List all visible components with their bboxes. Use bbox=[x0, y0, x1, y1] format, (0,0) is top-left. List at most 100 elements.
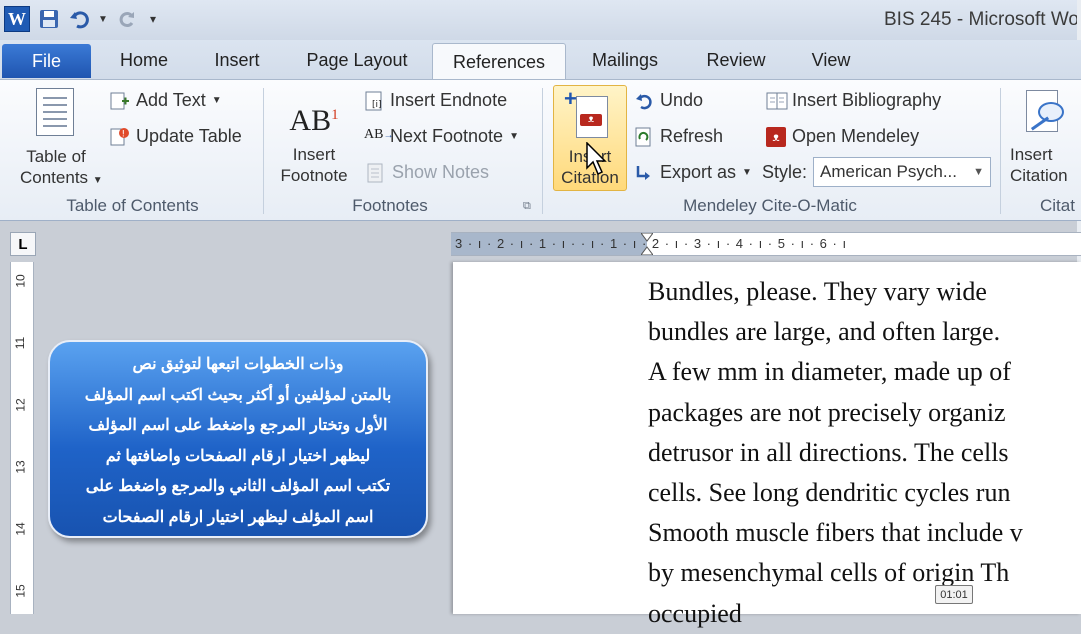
callout-line: تكتب اسم المؤلف الثاني والمرجع واضغط على bbox=[85, 478, 391, 495]
tab-home[interactable]: Home bbox=[108, 44, 180, 76]
insert-bibliography-button[interactable]: Insert Bibliography bbox=[766, 90, 941, 111]
insert-citation-icon: + ᴥ bbox=[564, 86, 610, 140]
endnote-icon: [i] bbox=[364, 91, 384, 111]
style-label: Style: bbox=[762, 162, 808, 182]
mouse-cursor-icon bbox=[586, 141, 608, 181]
text-line: by mesenchymal cells of origin Th bbox=[648, 558, 1010, 588]
insert-footnote-line2: Footnote bbox=[280, 166, 348, 185]
vruler-number: 12 bbox=[13, 398, 28, 412]
export-as-label: Export as bbox=[660, 162, 737, 182]
tab-selector[interactable]: L bbox=[10, 232, 36, 256]
indent-marker-icon[interactable] bbox=[640, 232, 654, 256]
text-line: A few mm in diameter, made up of bbox=[648, 357, 1011, 387]
insert-citation-word-line2: Citation bbox=[1010, 166, 1068, 185]
svg-text:[i]: [i] bbox=[372, 100, 382, 110]
bibliography-icon bbox=[766, 91, 788, 111]
tab-references[interactable]: References bbox=[432, 43, 566, 81]
group-separator bbox=[1000, 88, 1001, 214]
text-line: Smooth muscle fibers that include v bbox=[648, 518, 1023, 548]
insert-bibliography-label: Insert Bibliography bbox=[792, 90, 942, 110]
tab-page-layout[interactable]: Page Layout bbox=[296, 44, 418, 76]
tab-view[interactable]: View bbox=[800, 44, 862, 76]
mendeley-icon: ᴥ bbox=[766, 126, 786, 147]
update-table-label: Update Table bbox=[136, 126, 242, 146]
dialog-launcher-icon[interactable]: ⧉ bbox=[523, 200, 531, 213]
update-table-button[interactable]: ! Update Table bbox=[110, 126, 242, 147]
callout-line: الأول وتختار المرجع واضغط على اسم المؤلف bbox=[88, 417, 388, 434]
group-separator bbox=[263, 88, 264, 214]
tab-mailings[interactable]: Mailings bbox=[580, 44, 670, 76]
video-timestamp: 01:01 bbox=[935, 585, 973, 604]
insert-citation-word-icon bbox=[1026, 88, 1064, 138]
callout-line: وذات الخطوات اتبعها لتوثيق نص bbox=[132, 356, 344, 373]
vertical-ruler[interactable]: 10 11 12 13 14 15 bbox=[10, 262, 34, 614]
refresh-icon bbox=[634, 127, 654, 147]
callout-line: بالمتن لمؤلفين أو أكثر بحيث اكتب اسم الم… bbox=[84, 386, 392, 404]
add-text-label: Add Text bbox=[136, 90, 206, 110]
insert-footnote-line1: Insert bbox=[292, 145, 336, 164]
insert-citation-word-button[interactable]: Insert Citation bbox=[1010, 88, 1081, 190]
export-icon bbox=[634, 163, 654, 183]
callout-line: ليظهر اختيار ارقام الصفحات واضافتها ثم bbox=[105, 447, 371, 465]
undo-label: Undo bbox=[660, 90, 704, 110]
update-table-icon: ! bbox=[110, 127, 130, 147]
show-notes-icon bbox=[366, 163, 386, 183]
table-of-contents-icon bbox=[36, 88, 74, 136]
chevron-down-icon: ▼ bbox=[973, 166, 984, 178]
table-of-contents-button[interactable]: Table of Contents ▼ bbox=[20, 88, 103, 190]
citation-style-value: American Psych... bbox=[820, 162, 957, 181]
group-label-footnotes: Footnotes bbox=[352, 196, 428, 215]
next-footnote-label: Next Footnote bbox=[390, 126, 504, 146]
text-line: bundles are large, and often large. bbox=[648, 317, 1001, 347]
next-footnote-button[interactable]: AB→ Next Footnote ▼ bbox=[364, 126, 519, 147]
next-footnote-icon: AB→ bbox=[364, 126, 394, 142]
undo-button[interactable]: Undo bbox=[634, 90, 703, 111]
citation-style-select[interactable]: American Psych... ▼ bbox=[813, 157, 991, 187]
text-line: packages are not precisely organiz bbox=[648, 397, 1006, 427]
undo-icon[interactable] bbox=[68, 8, 90, 30]
undo-citation-icon bbox=[634, 91, 654, 111]
customize-qat-icon[interactable]: ▾ bbox=[146, 8, 160, 30]
tab-file[interactable]: File bbox=[2, 44, 91, 78]
insert-endnote-label: Insert Endnote bbox=[390, 90, 508, 110]
insert-footnote-button[interactable]: AB1 Insert Footnote bbox=[276, 90, 352, 190]
show-notes-label: Show Notes bbox=[392, 162, 490, 182]
vruler-number: 15 bbox=[13, 584, 28, 598]
quick-access-toolbar: W ▼ ▾ bbox=[4, 6, 160, 32]
instruction-callout: وذات الخطوات اتبعها لتوثيق نص بالمتن لمؤ… bbox=[48, 340, 428, 538]
toc-label-line2: Contents ▼ bbox=[20, 168, 103, 187]
group-label-mendeley: Mendeley Cite-O-Matic bbox=[683, 196, 857, 215]
text-line: cells. See long dendritic cycles run bbox=[648, 478, 1011, 508]
svg-text:!: ! bbox=[122, 129, 126, 139]
add-text-icon bbox=[110, 91, 130, 111]
insert-citation-word-line1: Insert bbox=[1010, 145, 1053, 164]
refresh-label: Refresh bbox=[660, 126, 724, 146]
toc-label-line1: Table of bbox=[26, 147, 86, 166]
group-label-citations: Citat bbox=[1040, 196, 1075, 215]
word-logo-icon[interactable]: W bbox=[4, 6, 30, 32]
redo-icon[interactable] bbox=[116, 8, 138, 30]
text-line: Bundles, please. They vary wide bbox=[648, 277, 987, 306]
vruler-number: 14 bbox=[13, 522, 28, 536]
tab-insert[interactable]: Insert bbox=[201, 44, 273, 76]
vruler-number: 13 bbox=[13, 460, 28, 474]
group-label-toc: Table of Contents bbox=[66, 196, 199, 215]
vruler-number: 11 bbox=[13, 336, 28, 350]
save-icon[interactable] bbox=[38, 8, 60, 30]
undo-dropdown-icon[interactable]: ▼ bbox=[98, 8, 108, 30]
callout-line: اسم المؤلف ليظهر اختيار ارقام الصفحات bbox=[102, 508, 374, 526]
export-as-button[interactable]: Export as ▼ bbox=[634, 162, 752, 183]
text-line: detrusor in all directions. The cells bbox=[648, 437, 1009, 467]
document-text[interactable]: Bundles, please. They vary wide bundles … bbox=[648, 272, 1081, 634]
insert-endnote-button[interactable]: [i] Insert Endnote bbox=[364, 90, 507, 111]
vruler-number: 10 bbox=[13, 274, 28, 288]
refresh-button[interactable]: Refresh bbox=[634, 126, 723, 147]
add-text-button[interactable]: Add Text ▼ bbox=[110, 90, 222, 111]
show-notes-button[interactable]: Show Notes bbox=[366, 162, 489, 183]
open-mendeley-button[interactable]: ᴥ Open Mendeley bbox=[766, 126, 919, 147]
horizontal-ruler[interactable]: 3 · ı · 2 · ı · 1 · ı · · ı · 1 · ı · 2 … bbox=[451, 232, 1081, 256]
window-title: BIS 245 - Microsoft Wo bbox=[884, 9, 1079, 30]
group-separator bbox=[542, 88, 543, 214]
tab-review[interactable]: Review bbox=[695, 44, 777, 76]
footnote-icon: AB1 bbox=[289, 104, 339, 137]
